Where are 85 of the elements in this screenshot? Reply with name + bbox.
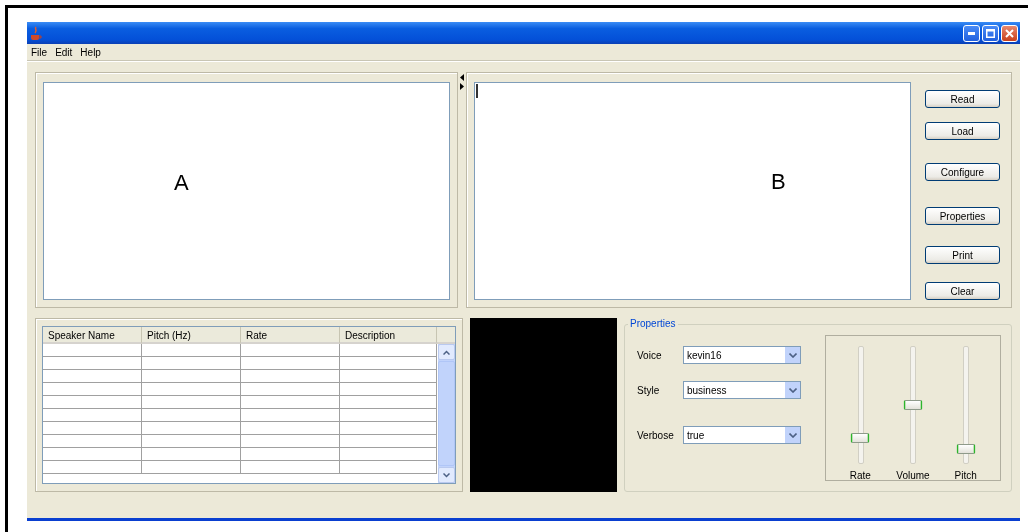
table-cell[interactable] — [142, 370, 241, 383]
dropdown[interactable]: true — [683, 426, 801, 444]
slider-thumb[interactable] — [956, 444, 976, 454]
menu-item[interactable]: Edit — [55, 46, 73, 58]
table-cell[interactable] — [142, 422, 241, 435]
table-cell[interactable] — [241, 448, 340, 461]
group-title: Properties — [628, 318, 678, 329]
table-cell[interactable] — [43, 383, 142, 396]
table-cell[interactable] — [43, 461, 142, 474]
splitter-arrows-icon[interactable] — [459, 73, 465, 91]
menu-item[interactable]: Help — [80, 46, 101, 58]
field-label: Verbose — [637, 429, 675, 441]
scroll-thumb[interactable] — [438, 361, 455, 466]
minimize-icon — [968, 31, 975, 35]
chevron-up-icon — [443, 349, 450, 355]
dropdown-button[interactable] — [784, 382, 800, 398]
vertical-slider[interactable] — [850, 346, 870, 464]
action-button[interactable]: Load — [925, 122, 1000, 140]
chevron-down-icon — [788, 387, 797, 393]
action-button[interactable]: Print — [925, 246, 1000, 264]
vertical-slider[interactable] — [903, 346, 923, 464]
slider-thumb[interactable] — [903, 400, 923, 410]
scroll-up-button[interactable] — [438, 344, 455, 360]
table-cell[interactable] — [43, 357, 142, 370]
action-button[interactable]: Clear — [925, 282, 1000, 300]
coffee-cup-icon — [30, 25, 42, 41]
slider-label: Volume — [896, 470, 930, 481]
table-cell[interactable] — [142, 357, 241, 370]
action-button[interactable]: Read — [925, 90, 1000, 108]
chevron-down-icon — [788, 352, 797, 358]
chevron-down-icon — [788, 432, 797, 438]
dropdown[interactable]: business — [683, 381, 801, 399]
column-header[interactable]: Speaker Name — [43, 327, 142, 344]
table-cell[interactable] — [241, 435, 340, 448]
field-label: Voice — [637, 349, 663, 361]
column-header[interactable]: Description — [340, 327, 437, 344]
table-cell[interactable] — [241, 409, 340, 422]
action-button[interactable]: Properties — [925, 207, 1000, 225]
dropdown[interactable]: kevin16 — [683, 346, 801, 364]
table-cell[interactable] — [241, 461, 340, 474]
table-cell[interactable] — [142, 409, 241, 422]
column-header[interactable]: Pitch (Hz) — [142, 327, 241, 344]
maximize-button[interactable] — [982, 24, 999, 42]
table-cell[interactable] — [241, 396, 340, 409]
table-cell[interactable] — [43, 435, 142, 448]
header-corner — [437, 327, 455, 344]
table-cell[interactable] — [142, 435, 241, 448]
scrollbar[interactable] — [437, 344, 455, 483]
text-area[interactable]: A — [43, 82, 450, 300]
menu-item[interactable]: File — [31, 46, 48, 58]
panel-label: A — [174, 170, 189, 196]
table-cell[interactable] — [142, 396, 241, 409]
table-cell[interactable] — [142, 344, 241, 357]
slider-label: Rate — [849, 470, 871, 481]
table-cell[interactable] — [43, 422, 142, 435]
slider-thumb[interactable] — [850, 433, 870, 443]
minimize-button[interactable] — [963, 24, 980, 42]
table-cell[interactable] — [43, 396, 142, 409]
column-header[interactable]: Rate — [241, 327, 340, 344]
chevron-down-icon — [443, 472, 450, 478]
table-cell[interactable] — [43, 409, 142, 422]
table-cell[interactable] — [241, 344, 340, 357]
scroll-down-button[interactable] — [438, 467, 455, 483]
table-cell[interactable] — [43, 370, 142, 383]
table-cell[interactable] — [241, 357, 340, 370]
text-area[interactable]: B — [474, 82, 911, 300]
maximize-icon — [986, 28, 995, 38]
table-cell[interactable] — [241, 383, 340, 396]
close-icon — [1005, 28, 1014, 38]
vertical-slider[interactable] — [956, 346, 976, 464]
table-cell[interactable] — [241, 422, 340, 435]
table-cell[interactable] — [142, 461, 241, 474]
dropdown-button[interactable] — [784, 347, 800, 363]
panel-label: B — [771, 169, 786, 195]
slider-label: Pitch — [954, 470, 977, 481]
close-button[interactable] — [1001, 24, 1018, 42]
table-cell[interactable] — [241, 370, 340, 383]
table-cell[interactable] — [43, 448, 142, 461]
action-button[interactable]: Configure — [925, 163, 1000, 181]
dropdown-button[interactable] — [784, 427, 800, 443]
table-cell[interactable] — [142, 448, 241, 461]
text-cursor — [476, 84, 478, 98]
table-cell[interactable] — [43, 344, 142, 357]
table-cell[interactable] — [142, 383, 241, 396]
field-label: Style — [637, 384, 661, 396]
